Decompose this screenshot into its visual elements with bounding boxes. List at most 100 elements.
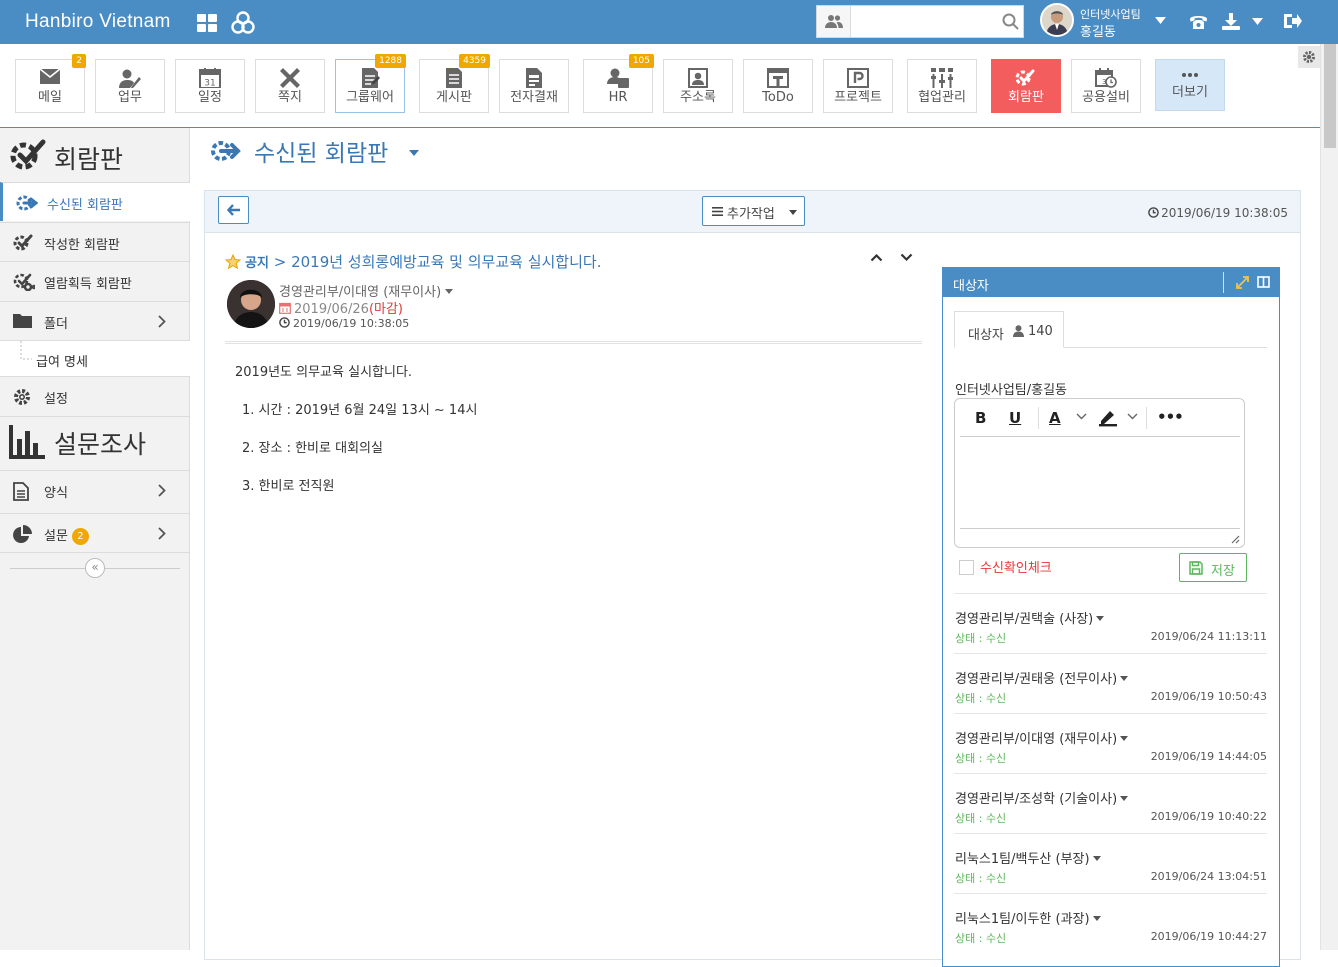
user-team[interactable]: 인터넷사업팀 [1080,6,1141,22]
module-calendar[interactable]: 31 일정 [175,59,245,113]
user-avatar[interactable] [1040,3,1074,37]
sidebar-item-form[interactable]: 양식 [0,470,190,509]
highlighter-icon[interactable] [1098,409,1118,427]
app-grid-icon[interactable] [197,14,218,32]
module-label: 더보기 [1172,85,1208,100]
survey-badge: 2 [71,528,89,545]
chevron-down-icon[interactable] [1127,413,1138,420]
recipient-count: 140 [1028,324,1053,339]
settings-gear-icon[interactable] [1298,46,1320,68]
chevron-down-icon[interactable] [1076,413,1087,420]
recipient-name[interactable]: 경영관리부/조성학 (기술이사) [955,788,1129,807]
editor-toolbar: B U A ••• [960,399,1240,437]
underline-icon[interactable]: U [1009,409,1021,427]
module-todo[interactable]: ToDo [743,59,813,113]
module-collaboration[interactable]: 협업관리 [907,59,977,113]
font-color-icon[interactable]: A [1049,409,1061,427]
sidebar-item-settings[interactable]: 설정 [0,376,190,415]
title-caret-icon[interactable] [409,150,419,156]
app-title[interactable]: Hanbiro Vietnam [25,11,171,33]
expand-icon[interactable] [1236,276,1249,289]
facility-icon: 30 [1095,68,1117,88]
sidebar-item-folder[interactable]: 폴더 [0,301,190,340]
phone-icon[interactable] [1189,13,1208,30]
sidebar-item-received[interactable]: 수신된 회람판 [0,182,190,221]
user-menu-caret-icon[interactable] [1155,17,1166,24]
search-box [816,5,1024,38]
module-groupware[interactable]: 1288 그룹웨어 [335,54,406,113]
star-icon[interactable] [225,254,241,269]
sidebar-item-sent[interactable]: 작성한 회람판 [0,222,190,261]
checkbox[interactable] [959,560,974,575]
sidebar-item-salary[interactable]: 급여 명세 [0,340,190,376]
search-icon[interactable] [1002,13,1019,30]
tab-recipients[interactable]: 대상자 140 [954,311,1064,348]
recipient-name[interactable]: 경영관리부/권태웅 (전무이사) [955,668,1129,687]
scrollbar-thumb[interactable] [1324,44,1336,148]
recipient-name-text: 경영관리부/이대영 (재무이사) [955,732,1118,747]
badge: 105 [628,54,654,68]
module-task[interactable]: 업무 [95,59,165,113]
module-facility[interactable]: 30 공용설비 [1071,59,1141,113]
next-post-icon[interactable] [900,253,913,262]
columns-icon[interactable] [1257,276,1270,288]
caret-down-icon [1092,916,1101,921]
task-icon [119,69,141,88]
back-button[interactable] [218,196,249,224]
resize-grip-icon[interactable] [1231,535,1240,544]
module-project[interactable]: 프로젝트 [823,59,893,113]
previous-post-icon[interactable] [870,253,883,262]
sidebar-item-survey[interactable]: 설문 2 [0,513,190,553]
received-circular-icon [211,141,241,161]
read-confirm-checkbox[interactable]: 수신확인체크 [959,557,1052,576]
recipient-status: 상태 : 수신 [955,692,1007,705]
comment-textarea[interactable] [960,439,1240,529]
module-label: 공용설비 [1082,90,1130,105]
extra-actions-button[interactable]: 추가작업 [702,196,805,226]
divider [225,341,922,344]
logout-icon[interactable] [1284,13,1302,29]
module-label: 프로젝트 [834,90,882,105]
calendar-small-icon [279,302,291,314]
more-options-icon[interactable]: ••• [1157,408,1184,426]
author-avatar[interactable] [227,280,275,328]
module-circular[interactable]: 회람판 [991,59,1061,113]
bold-icon[interactable]: B [975,409,986,427]
page-scrollbar[interactable] [1320,44,1338,950]
search-users-icon[interactable] [817,6,851,37]
recipient-name[interactable]: 경영관리부/이대영 (재무이사) [955,728,1129,747]
post-subject-text: 2019년 성희롱예방교육 및 의무교육 실시합니다. [291,253,602,271]
module-mail[interactable]: 2 메일 [15,54,86,113]
recipient-row: 경영관리부/권태웅 (전무이사) 상태 : 수신 2019/06/19 10:5… [954,653,1267,713]
module-hr[interactable]: 105 HR [583,54,654,113]
extra-actions-label: 추가작업 [727,207,775,222]
recipient-name[interactable]: 리눅스1팀/이두한 (과장) [955,908,1101,927]
recipient-name[interactable]: 경영관리부/권택술 (사장) [955,608,1105,627]
module-approval[interactable]: 전자결재 [499,59,569,113]
recipient-row: 경영관리부/조성학 (기술이사) 상태 : 수신 2019/06/19 10:4… [954,773,1267,833]
module-more[interactable]: 더보기 [1155,59,1225,111]
hanbiro-logo-icon[interactable] [230,10,256,36]
recipient-name-text: 리눅스1팀/백두산 (부장) [955,852,1090,867]
collapse-sidebar-icon[interactable]: « [85,558,105,578]
recipient-name[interactable]: 리눅스1팀/백두산 (부장) [955,848,1101,867]
save-button[interactable]: 저장 [1179,553,1247,582]
module-board[interactable]: 4359 게시판 [419,54,490,113]
sidebar: 회람판 수신된 회람판 작성한 회람판 열람획득 회람판 폴더 급여 명세 설정… [0,128,190,950]
survey-label: 설문 [44,529,68,544]
user-icon [1013,325,1024,337]
recipient-status: 상태 : 수신 [955,632,1007,645]
download-icon[interactable] [1222,13,1240,30]
board-icon [446,68,462,88]
menu-icon [712,207,723,216]
user-name[interactable]: 홍길동 [1080,21,1116,40]
sidebar-item-viewed[interactable]: 열람획득 회람판 [0,261,190,300]
module-contacts[interactable]: 주소록 [663,59,733,113]
approval-icon [526,68,542,88]
post-subject: 공지 > 2019년 성희롱예방교육 및 의무교육 실시합니다. [225,251,601,272]
search-input[interactable] [852,6,997,37]
content-panel: 추가작업 2019/06/19 10:38:05 공지 > 2019년 성희롱예… [204,190,1301,967]
module-memo[interactable]: 쪽지 [255,59,325,113]
download-caret-icon[interactable] [1252,18,1263,25]
recipients-panel: 대상자 대상자 140 인터넷사업팀/홍길동 B U A ••• 수신확인체크 … [942,267,1280,967]
